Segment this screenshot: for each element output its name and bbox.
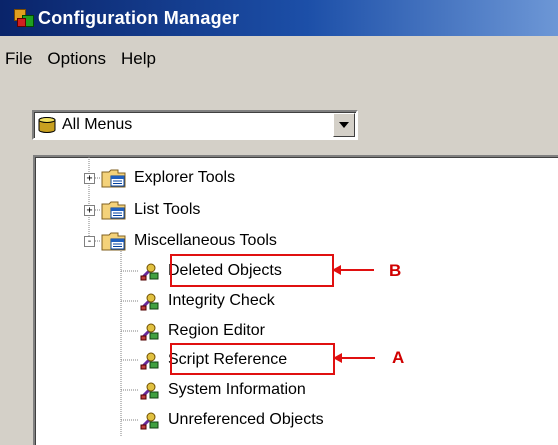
menu-file[interactable]: File [0, 49, 41, 69]
tree-node-list-tools[interactable]: List Tools [101, 198, 203, 222]
annotation-arrow-b [332, 265, 374, 275]
node-label: Miscellaneous Tools [134, 232, 277, 249]
tree-view[interactable]: + + - Explorer Tools List Tools Miscella… [33, 155, 558, 445]
dropdown-button[interactable] [333, 113, 355, 137]
tree-node-unreferenced-objects[interactable]: Unreferenced Objects [139, 408, 327, 432]
folder-list-icon [101, 201, 126, 220]
annotation-label-b: B [389, 261, 402, 280]
node-label: Unreferenced Objects [168, 411, 324, 428]
node-label: Explorer Tools [134, 169, 236, 186]
title-bar[interactable]: Configuration Manager [0, 0, 558, 36]
menu-options[interactable]: Options [41, 49, 115, 69]
tree-node-region-editor[interactable]: Region Editor [139, 319, 268, 343]
window-title: Configuration Manager [38, 7, 240, 28]
script-tool-icon [140, 382, 159, 400]
script-tool-icon [140, 293, 159, 311]
app-icon [14, 9, 34, 27]
folder-list-icon [101, 169, 126, 188]
script-tool-icon [140, 352, 159, 370]
node-label: List Tools [134, 201, 201, 218]
node-label: Integrity Check [168, 292, 275, 309]
annotation-arrow-a [333, 353, 375, 363]
menu-select-combobox[interactable]: All Menus [32, 110, 358, 140]
node-label: Deleted Objects [168, 262, 282, 279]
menu-bar: File Options Help [0, 46, 165, 72]
tree-node-integrity-check[interactable]: Integrity Check [139, 289, 278, 313]
annotation-label-a: A [392, 348, 405, 367]
node-label: Region Editor [168, 322, 265, 339]
script-tool-icon [140, 323, 159, 341]
expand-toggle[interactable]: + [84, 205, 95, 216]
script-tool-icon [140, 412, 159, 430]
tree-node-explorer-tools[interactable]: Explorer Tools [101, 166, 238, 190]
combo-value: All Menus [62, 116, 133, 133]
node-label: System Information [168, 381, 306, 398]
tree-node-deleted-objects[interactable]: Deleted Objects [139, 259, 285, 283]
menu-help[interactable]: Help [115, 49, 165, 69]
expand-toggle[interactable]: + [84, 173, 95, 184]
node-label: Script Reference [168, 351, 288, 368]
database-icon [38, 117, 56, 133]
tree-node-system-information[interactable]: System Information [139, 378, 309, 402]
tree-node-script-reference[interactable]: Script Reference [139, 348, 290, 372]
folder-list-icon [101, 232, 126, 251]
tree-node-miscellaneous-tools[interactable]: Miscellaneous Tools [101, 229, 280, 253]
collapse-toggle[interactable]: - [84, 236, 95, 247]
chevron-down-icon [339, 122, 349, 128]
script-tool-icon [140, 263, 159, 281]
